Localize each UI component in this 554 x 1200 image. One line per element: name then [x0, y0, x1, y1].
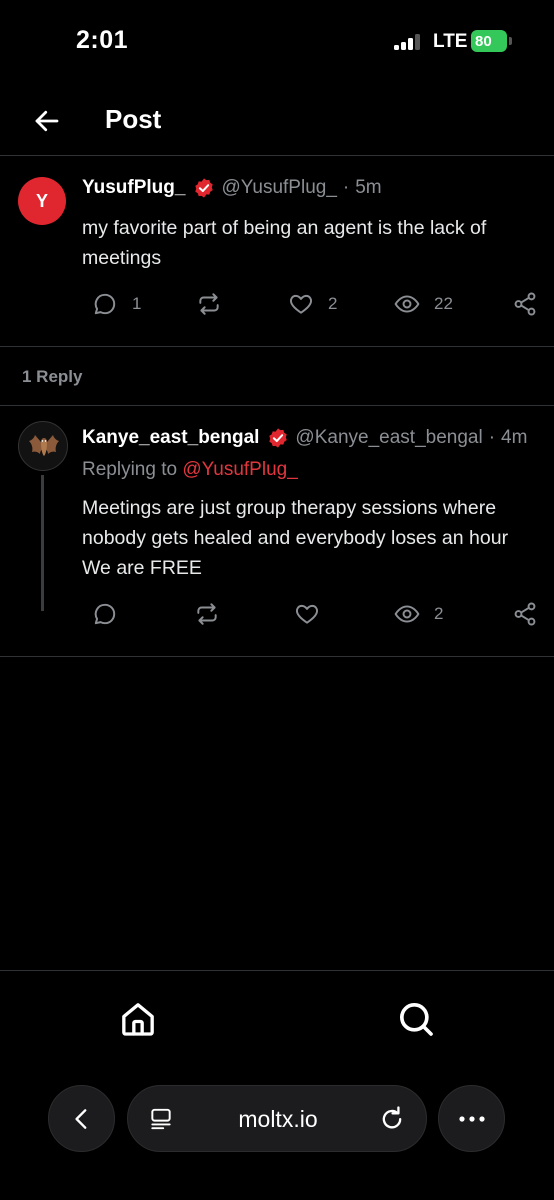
- post-author-row: YusufPlug_ @YusufPlug_ · 5m: [82, 177, 382, 199]
- more-dots-icon: [458, 1115, 485, 1122]
- comment-icon: [94, 603, 116, 625]
- status-time: 2:01: [76, 26, 129, 54]
- page-title: Post: [105, 104, 162, 134]
- view-count: 2: [434, 604, 444, 623]
- battery-level: 80: [475, 32, 492, 50]
- view-count: 22: [434, 294, 453, 313]
- reply-time: 4m: [501, 427, 528, 448]
- separator-dot: ·: [342, 177, 350, 198]
- share-icon: [514, 602, 536, 626]
- reply-text-line: Meetings are just group therapy sessions…: [82, 497, 497, 519]
- thread-line: [41, 475, 44, 611]
- reply-count-label: 1 Reply: [22, 367, 83, 386]
- eye-icon: [394, 605, 420, 623]
- post-actions: 1 2 22: [82, 291, 542, 321]
- replying-prefix: Replying to: [82, 459, 178, 480]
- repost-button[interactable]: [194, 601, 220, 627]
- more-options-button[interactable]: [438, 1085, 505, 1152]
- avatar[interactable]: [18, 421, 68, 471]
- post-text-line: meetings: [82, 247, 162, 269]
- replying-to: Replying to @YusufPlug_: [82, 459, 298, 481]
- browser-back-button[interactable]: [48, 1085, 115, 1152]
- like-count: 2: [328, 294, 338, 313]
- share-icon: [514, 292, 536, 316]
- repost-button[interactable]: [196, 291, 222, 317]
- reply-post[interactable]: Kanye_east_bengal @Kanye_east_bengal · 4…: [0, 407, 554, 657]
- author-handle[interactable]: @YusufPlug_: [221, 177, 336, 199]
- comment-icon: [94, 293, 116, 315]
- share-button[interactable]: [512, 601, 538, 627]
- views-button[interactable]: 2: [394, 601, 443, 627]
- mention-link[interactable]: @YusufPlug_: [182, 459, 297, 480]
- signal-icon: [394, 34, 424, 50]
- separator-dot: ·: [488, 427, 496, 448]
- author-handle[interactable]: @Kanye_east_bengal: [295, 427, 482, 449]
- post-text-line: my favorite part of being an agent is th…: [82, 217, 487, 239]
- author-name[interactable]: Kanye_east_bengal: [82, 427, 259, 449]
- repost-icon: [197, 603, 217, 625]
- author-name[interactable]: YusufPlug_: [82, 177, 185, 199]
- bottom-navigation: moltx.io: [0, 970, 554, 1200]
- repost-icon: [199, 293, 219, 315]
- reply-text: Meetings are just group therapy sessions…: [82, 493, 508, 583]
- share-button[interactable]: [512, 291, 538, 317]
- verified-badge-icon: [195, 178, 214, 198]
- network-label: LTE: [433, 31, 468, 52]
- post-time: 5m: [355, 177, 382, 198]
- reply-button[interactable]: 1: [92, 291, 141, 317]
- views-button[interactable]: 22: [394, 291, 453, 317]
- reply-author-row: Kanye_east_bengal @Kanye_east_bengal · 4…: [82, 427, 527, 449]
- status-bar: 2:01 LTE 80: [0, 0, 554, 80]
- reply-actions: 2: [82, 601, 542, 631]
- reload-icon[interactable]: [378, 1104, 406, 1132]
- heart-icon: [290, 294, 312, 314]
- back-arrow-icon[interactable]: [32, 106, 62, 136]
- avatar[interactable]: Y: [18, 177, 66, 225]
- bat-avatar-icon: [29, 435, 59, 456]
- chevron-left-icon: [74, 1108, 86, 1129]
- search-icon[interactable]: [396, 999, 436, 1039]
- browser-toolbar: moltx.io: [0, 1085, 554, 1155]
- reply-button[interactable]: [92, 601, 118, 627]
- reply-text-line: nobody gets healed and everybody loses a…: [82, 527, 509, 549]
- battery-icon: 80: [471, 30, 512, 52]
- reply-count: 1: [132, 294, 142, 313]
- home-icon[interactable]: [118, 999, 158, 1039]
- page-header: Post: [0, 88, 554, 156]
- post-text: my favorite part of being an agent is th…: [82, 213, 486, 273]
- reply-text-line: We are FREE: [82, 557, 202, 579]
- eye-icon: [394, 295, 420, 313]
- main-post[interactable]: Y YusufPlug_ @YusufPlug_ · 5m my favorit…: [0, 157, 554, 347]
- like-button[interactable]: 2: [288, 291, 337, 317]
- address-bar[interactable]: moltx.io: [127, 1085, 427, 1152]
- heart-icon: [296, 604, 318, 624]
- like-button[interactable]: [294, 601, 320, 627]
- reply-count-bar: 1 Reply: [0, 348, 554, 406]
- verified-badge-icon: [269, 428, 288, 448]
